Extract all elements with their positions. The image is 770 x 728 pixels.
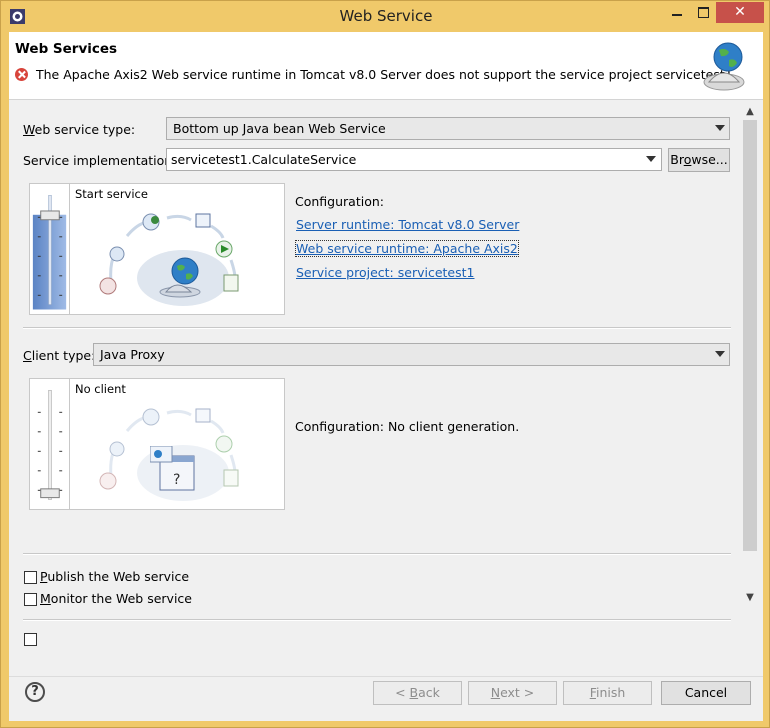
help-icon[interactable]: ?	[25, 682, 45, 702]
service-type-label: Web service type:	[23, 122, 136, 137]
back-button[interactable]: < Back	[373, 681, 462, 705]
client-type-label: Client type:	[23, 348, 96, 363]
test-icon	[223, 274, 239, 292]
publish-checkbox[interactable]	[24, 571, 37, 584]
page-title: Web Services	[15, 41, 118, 57]
publish-label[interactable]: Publish the Web service	[40, 569, 189, 584]
section-divider	[23, 619, 731, 621]
service-level-graphic: Start service	[29, 183, 285, 315]
wizard-header: Web Services The Apache Axis2 Web servic…	[9, 32, 763, 100]
service-implementation-input[interactable]: servicetest1.CalculateService	[166, 148, 662, 171]
minimize-button[interactable]	[663, 2, 691, 23]
client-proxy-icon: ?	[150, 446, 195, 491]
web-service-window: Web Service ✕ Web Services The Apache Ax…	[0, 0, 770, 728]
develop-icon	[99, 277, 117, 295]
install-icon	[195, 213, 211, 228]
close-button[interactable]: ✕	[716, 2, 764, 23]
section-divider	[23, 553, 731, 555]
dialog-client-area: Web Services The Apache Axis2 Web servic…	[9, 32, 763, 721]
client-configuration-text: Configuration: No client generation.	[295, 419, 520, 434]
chevron-down-icon	[646, 156, 656, 162]
scrollbar-thumb[interactable]	[743, 120, 757, 551]
error-icon	[15, 68, 28, 81]
scroll-down-icon[interactable]: ▼	[743, 591, 757, 605]
window-title: Web Service	[339, 7, 433, 25]
title-bar[interactable]: Web Service ✕	[1, 1, 770, 31]
footer-divider	[9, 676, 763, 677]
chevron-down-icon	[715, 351, 725, 357]
service-project-link[interactable]: Service project: servicetest1	[296, 265, 474, 280]
maximize-button[interactable]	[689, 2, 717, 23]
wizard-page-content: Web service type: Bottom up Java bean We…	[9, 101, 763, 676]
service-type-value: Bottom up Java bean Web Service	[173, 121, 386, 136]
web-service-runtime-link[interactable]: Web service runtime: Apache Axis2	[295, 240, 519, 257]
client-type-value: Java Proxy	[100, 347, 165, 362]
service-implementation-value: servicetest1.CalculateService	[171, 152, 357, 167]
monitor-checkbox[interactable]	[24, 593, 37, 606]
svg-text:?: ?	[173, 472, 180, 488]
cancel-button[interactable]: Cancel	[661, 681, 751, 705]
client-type-select[interactable]: Java Proxy	[93, 343, 730, 366]
chevron-down-icon	[715, 125, 725, 131]
server-runtime-link[interactable]: Server runtime: Tomcat v8.0 Server	[296, 217, 519, 232]
service-lifecycle-diagram	[99, 213, 239, 306]
vertical-scrollbar[interactable]: ▲ ▼	[743, 105, 757, 605]
monitor-label[interactable]: Monitor the Web service	[40, 591, 192, 606]
service-type-select[interactable]: Bottom up Java bean Web Service	[166, 117, 730, 140]
error-message: The Apache Axis2 Web service runtime in …	[36, 67, 737, 82]
next-button[interactable]: Next >	[468, 681, 557, 705]
client-level-graphic: No client ?	[29, 378, 285, 510]
scroll-up-icon[interactable]: ▲	[743, 105, 757, 119]
section-divider	[23, 327, 731, 329]
service-implementation-label: Service implementation:	[23, 153, 177, 168]
clipped-checkbox[interactable]	[24, 633, 37, 646]
service-configuration-label: Configuration:	[295, 194, 384, 209]
globe-service-icon	[703, 42, 745, 91]
service-slider[interactable]	[30, 184, 70, 314]
globe-icon	[171, 257, 199, 285]
assemble-icon	[109, 246, 125, 262]
finish-button[interactable]: Finish	[563, 681, 652, 705]
client-slider[interactable]	[30, 379, 70, 509]
browse-button[interactable]: Browse...	[668, 148, 730, 172]
